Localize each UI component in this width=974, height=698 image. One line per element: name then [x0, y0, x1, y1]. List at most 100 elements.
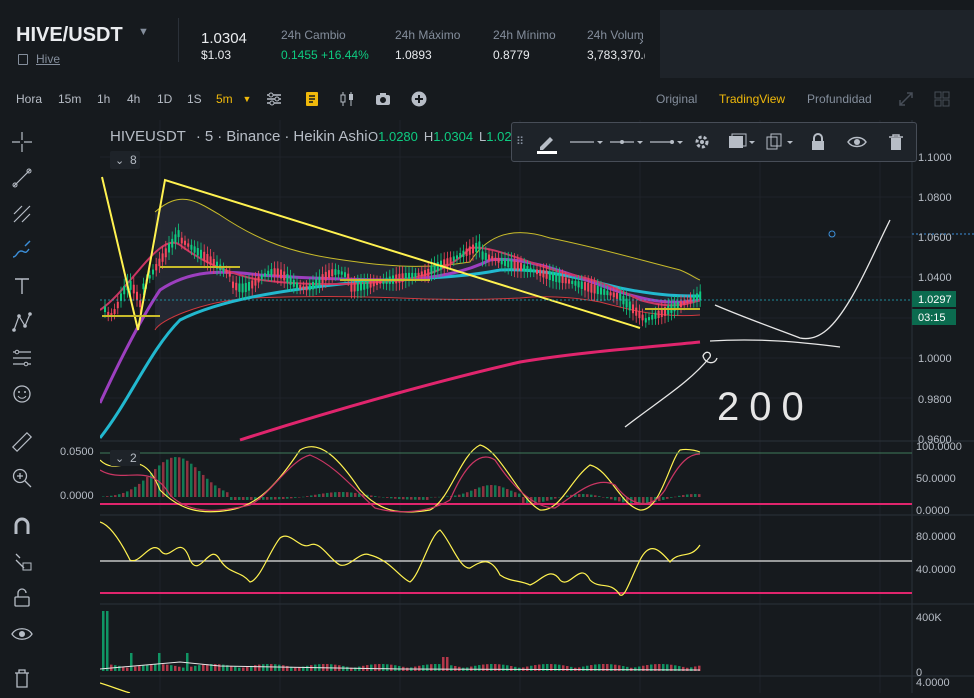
volume-bar — [274, 664, 277, 671]
candle-body — [609, 292, 612, 296]
candle-body — [312, 281, 314, 290]
macd-bar — [238, 497, 241, 500]
volume-bar — [474, 665, 477, 671]
drawing-toolbar[interactable]: ⠿ — [511, 122, 917, 162]
line-style-icon[interactable] — [568, 132, 604, 152]
template-icon[interactable] — [726, 132, 756, 152]
candle-body — [177, 230, 180, 238]
pencil-icon[interactable] — [534, 132, 560, 154]
fullscreen-icon[interactable] — [897, 90, 915, 108]
candle-body — [414, 272, 417, 278]
pitchfork-icon[interactable] — [10, 202, 34, 226]
candle-body — [507, 259, 510, 268]
indicators-toggle[interactable]: ⌄ 8 — [110, 151, 140, 169]
brush-icon[interactable] — [10, 238, 34, 262]
timeframe-hora[interactable]: Hora — [16, 92, 42, 106]
macd-axis-top: 0.0500 — [60, 446, 94, 458]
lock-drawings-icon[interactable] — [10, 550, 34, 574]
timeframe-5m[interactable]: 5m — [216, 92, 233, 106]
macd-bar — [666, 497, 669, 499]
volume-bar — [294, 667, 297, 671]
volume-bar — [530, 665, 533, 671]
candle-body — [654, 312, 657, 319]
volume-bar — [626, 666, 629, 671]
macd-bar — [470, 490, 473, 497]
volume-bar — [454, 665, 457, 671]
pair-title[interactable]: HIVE/USDT — [16, 24, 123, 47]
indicators-icon[interactable] — [303, 90, 321, 108]
eye-icon[interactable] — [10, 622, 34, 646]
chevron-right-icon[interactable]: › — [639, 32, 644, 48]
macd-bar — [274, 497, 277, 500]
svg-text:0.0000: 0.0000 — [916, 505, 950, 517]
volume-bar — [638, 666, 641, 671]
volume-bar — [158, 653, 161, 671]
macd-bar — [554, 497, 557, 499]
timeframe-4h[interactable]: 4h — [127, 92, 140, 106]
svg-text:1.0000: 1.0000 — [918, 353, 952, 365]
view-depth[interactable]: Profundidad — [807, 92, 872, 106]
timeframe-1s[interactable]: 1S — [187, 92, 202, 106]
drag-handle-icon[interactable]: ⠿ — [514, 132, 526, 152]
text-icon[interactable] — [10, 274, 34, 298]
unlock-icon[interactable] — [10, 586, 34, 610]
candle-body — [398, 273, 401, 283]
trash-icon[interactable] — [886, 132, 906, 152]
macd-bar — [606, 497, 609, 499]
macd-bar — [334, 492, 337, 497]
chart-area[interactable]: 200 HIVEUSDT · 5 · Binance · Heikin Ashi O1.02… — [40, 120, 974, 694]
asset-link[interactable]: Hive — [36, 52, 60, 66]
timeframe-1h[interactable]: 1h — [97, 92, 110, 106]
osc-indicators-toggle[interactable]: ⌄ 2 — [110, 450, 140, 466]
timeframe-1d[interactable]: 1D — [157, 92, 172, 106]
zoom-in-icon[interactable] — [10, 466, 34, 490]
settings-icon[interactable] — [692, 132, 712, 152]
volume-bar — [582, 666, 585, 671]
volume-bar — [534, 665, 537, 671]
candle-type-icon[interactable] — [338, 90, 356, 108]
camera-icon[interactable] — [374, 90, 392, 108]
chart-canvas[interactable]: 200 HIVEUSDT · 5 · Binance · Heikin Ashi O1.02… — [40, 120, 974, 694]
candle-body — [475, 242, 478, 252]
view-tradingview[interactable]: TradingView — [719, 92, 785, 106]
layout-grid-icon[interactable] — [933, 90, 951, 108]
pair-dropdown-icon[interactable]: ▼ — [138, 26, 149, 38]
pattern-icon[interactable] — [10, 310, 34, 334]
trash-icon[interactable] — [10, 666, 34, 690]
candle-body — [132, 284, 135, 294]
candle-body — [699, 291, 702, 300]
candle-body — [366, 280, 369, 289]
add-icon[interactable] — [410, 90, 428, 108]
line-end-icon[interactable] — [648, 132, 684, 152]
clone-icon[interactable] — [764, 132, 794, 152]
ruler-icon[interactable] — [10, 430, 34, 454]
candle-body — [526, 266, 529, 272]
volume-bar — [190, 666, 193, 671]
line-width-icon[interactable] — [608, 132, 644, 152]
volume-bar — [154, 664, 157, 671]
candle-body — [244, 283, 247, 293]
candle-body — [302, 286, 305, 290]
candle-body — [161, 253, 164, 262]
fib-icon[interactable] — [10, 346, 34, 370]
macd-axis-zero: 0.0000 — [60, 490, 94, 502]
magnet-icon[interactable] — [10, 514, 34, 538]
candle-body — [299, 284, 302, 290]
volume-bar — [106, 611, 109, 671]
indicators-settings-icon[interactable] — [265, 90, 283, 108]
emoji-icon[interactable] — [10, 382, 34, 406]
volume-bar — [562, 665, 565, 671]
macd-bar — [214, 485, 217, 497]
timeframe-15m[interactable]: 15m — [58, 92, 81, 106]
svg-text:⌄: ⌄ — [115, 155, 124, 167]
volume-bar — [102, 611, 105, 671]
macd-bar — [618, 497, 621, 502]
macd-bar — [302, 496, 305, 498]
macd-bar — [374, 496, 377, 497]
view-original[interactable]: Original — [656, 92, 697, 106]
lock-icon[interactable] — [808, 132, 828, 152]
crosshair-icon[interactable] — [10, 130, 34, 154]
visibility-icon[interactable] — [846, 132, 868, 152]
chevron-down-icon[interactable]: ▼ — [238, 90, 256, 108]
trend-line-icon[interactable] — [10, 166, 34, 190]
